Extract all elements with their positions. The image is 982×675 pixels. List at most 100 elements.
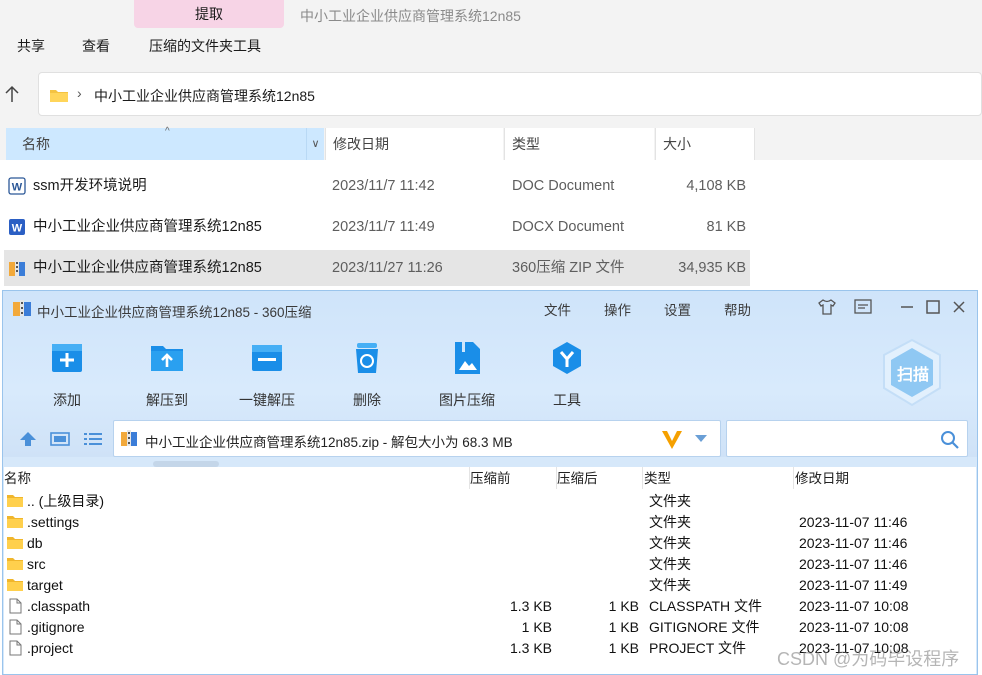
column-before-size[interactable]: 压缩前: [470, 469, 511, 491]
folder-icon: [7, 516, 23, 528]
extract-to-button[interactable]: 解压到: [122, 339, 212, 410]
address-bar[interactable]: › 中小工业企业供应商管理系统12n85: [38, 72, 982, 116]
sort-up-icon: ^: [165, 126, 170, 137]
archive-row[interactable]: .classpath 1.3 KB 1 KB CLASSPATH 文件 2023-11-…: [4, 596, 976, 617]
menu-file[interactable]: 文件: [544, 299, 571, 319]
file-row[interactable]: W 中小工业企业供应商管理系统12n85 2023/11/7 11:49 DOC…: [4, 209, 750, 245]
word-docx-icon: W: [9, 219, 25, 235]
one-click-extract-button[interactable]: 一键解压: [222, 339, 312, 410]
ribbon-tab-compressed-tools[interactable]: 压缩的文件夹工具: [149, 36, 261, 56]
thumbnail-view-icon[interactable]: [50, 431, 70, 447]
up-arrow-icon[interactable]: [2, 84, 22, 104]
archive-row[interactable]: .. (上级目录) 文件夹: [4, 491, 976, 512]
column-divider[interactable]: [793, 467, 794, 489]
delete-label: 删除: [353, 392, 381, 408]
add-button[interactable]: 添加: [22, 339, 112, 410]
menu-settings[interactable]: 设置: [664, 299, 691, 319]
address-path: 中小工业企业供应商管理系统12n85: [94, 88, 315, 104]
tools-icon: [553, 342, 581, 374]
column-date[interactable]: 修改日期: [325, 128, 503, 160]
entry-type: 文件夹: [649, 493, 691, 509]
skin-shirt-icon[interactable]: [817, 297, 837, 317]
archive-row[interactable]: target 文件夹 2023-11-07 11:49: [4, 575, 976, 596]
entry-name: .. (上级目录): [27, 493, 104, 509]
file-date: 2023/11/27 11:26: [332, 260, 443, 276]
add-label: 添加: [53, 392, 81, 408]
archive-row[interactable]: db 文件夹 2023-11-07 11:46: [4, 533, 976, 554]
file-row[interactable]: W ssm开发环境说明 2023/11/7 11:42 DOC Document…: [4, 168, 750, 204]
file-name: 中小工业企业供应商管理系统12n85: [33, 260, 262, 276]
ribbon-tab-share[interactable]: 共享: [17, 36, 45, 56]
v-logo-icon[interactable]: [661, 430, 683, 450]
entry-type: 文件夹: [649, 535, 691, 551]
search-icon[interactable]: [940, 430, 960, 450]
list-view-icon[interactable]: [83, 431, 103, 447]
file-type: DOCX Document: [512, 219, 625, 235]
entry-date: 2023-11-07 10:08: [799, 598, 909, 614]
zip-archive-icon: [9, 260, 25, 276]
image-compress-button[interactable]: 图片压缩: [422, 339, 512, 410]
column-type[interactable]: 类型: [644, 469, 671, 491]
zip-window: 中小工业企业供应商管理系统12n85 - 360压缩 文件 操作 设置 帮助 添…: [2, 290, 978, 675]
entry-type: GITIGNORE 文件: [649, 619, 760, 635]
entry-size-after: 1 KB: [608, 640, 639, 656]
menu-operate[interactable]: 操作: [604, 299, 631, 319]
column-name[interactable]: 名称: [4, 469, 31, 491]
archive-row[interactable]: .settings 文件夹 2023-11-07 11:46: [4, 512, 976, 533]
column-divider[interactable]: [642, 467, 643, 489]
file-name: ssm开发环境说明: [33, 178, 147, 194]
entry-name: .classpath: [27, 598, 91, 614]
chevron-down-icon[interactable]: ∨: [306, 128, 324, 160]
entry-name: .settings: [27, 514, 80, 530]
tools-label: 工具: [553, 392, 581, 408]
delete-button[interactable]: 删除: [322, 339, 412, 410]
archive-file-list: 名称 压缩前 压缩后 类型 修改日期 .. (上级目录) 文件夹 .settings…: [4, 467, 976, 674]
zip-app-icon: [13, 300, 31, 316]
search-input[interactable]: [726, 420, 968, 457]
file-list: W ssm开发环境说明 2023/11/7 11:42 DOC Document…: [0, 160, 982, 290]
archive-path-text: 中小工业企业供应商管理系统12n85.zip - 解包大小为 68.3 MB: [145, 435, 513, 450]
file-icon: [9, 619, 22, 635]
file-size: 4,108 KB: [686, 178, 746, 194]
file-icon: [9, 598, 22, 614]
menu-help[interactable]: 帮助: [724, 299, 751, 319]
entry-name: src: [27, 556, 46, 572]
up-level-icon[interactable]: [19, 431, 37, 447]
one-click-extract-label: 一键解压: [239, 392, 295, 408]
folder-icon: [7, 537, 23, 549]
column-modified[interactable]: 修改日期: [795, 469, 849, 491]
column-type[interactable]: 类型: [504, 128, 654, 160]
recycle-bin-icon: [356, 343, 378, 373]
archive-path-field[interactable]: 中小工业企业供应商管理系统12n85.zip - 解包大小为 68.3 MB: [113, 420, 721, 457]
entry-name: target: [27, 577, 63, 593]
feedback-icon[interactable]: [853, 297, 873, 317]
ribbon-tab-view[interactable]: 查看: [82, 36, 110, 56]
watermark: CSDN @为码毕设程序: [777, 649, 960, 669]
folder-icon: [50, 90, 68, 102]
close-icon[interactable]: [949, 297, 969, 317]
file-name: 中小工业企业供应商管理系统12n85: [33, 219, 262, 235]
entry-size-before: 1.3 KB: [509, 598, 552, 614]
chevron-right-icon: ›: [77, 85, 82, 101]
scan-button[interactable]: 扫描: [880, 338, 944, 408]
entry-type: PROJECT 文件: [649, 640, 746, 656]
tools-button[interactable]: 工具: [522, 339, 612, 410]
file-size: 81 KB: [706, 219, 747, 235]
zip-toolbar-area: 中小工业企业供应商管理系统12n85 - 360压缩 文件 操作 设置 帮助 添…: [3, 291, 977, 457]
archive-row[interactable]: .gitignore 1 KB 1 KB GITIGNORE 文件 2023-11-07…: [4, 617, 976, 638]
column-after-size[interactable]: 压缩后: [557, 469, 598, 491]
column-size[interactable]: 大小: [655, 128, 755, 160]
file-icon: [9, 640, 22, 656]
extract-tab[interactable]: 提取: [134, 0, 284, 28]
minimize-icon[interactable]: [897, 297, 917, 317]
svg-text:W: W: [12, 223, 23, 235]
entry-size-after: 1 KB: [608, 598, 639, 614]
file-date: 2023/11/7 11:42: [332, 178, 435, 194]
archive-row[interactable]: src 文件夹 2023-11-07 11:46: [4, 554, 976, 575]
entry-type: 文件夹: [649, 577, 691, 593]
path-dropdown-icon[interactable]: [695, 435, 707, 442]
entry-size-before: 1.3 KB: [509, 640, 552, 656]
maximize-icon[interactable]: [923, 297, 943, 317]
entry-date: 2023-11-07 11:49: [799, 577, 908, 593]
file-row-selected[interactable]: 中小工业企业供应商管理系统12n85 2023/11/27 11:26 360压…: [4, 250, 750, 286]
